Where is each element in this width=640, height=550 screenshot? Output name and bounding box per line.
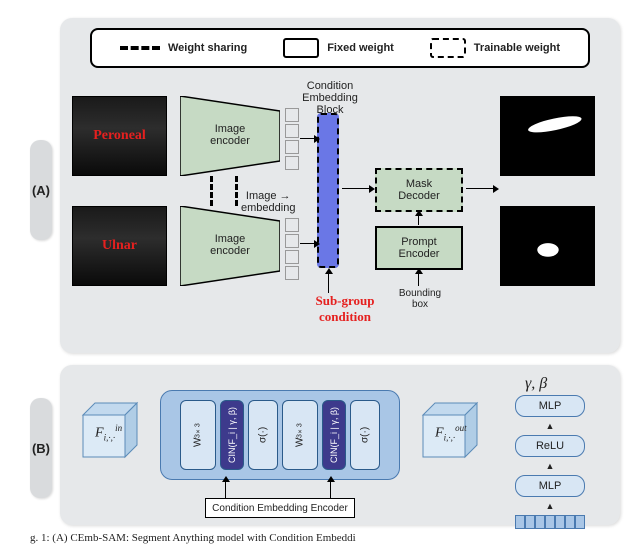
arrow-icon (300, 138, 315, 139)
sigma-block: σ(·) (350, 400, 380, 470)
arrow-icon (342, 188, 370, 189)
pipeline: W3×3 CIN(F_i | γ, β) σ(·) W3×3 CIN(F_i |… (160, 390, 400, 480)
input-image-ulnar: Ulnar (72, 206, 167, 286)
conv-w3x3: W3×3 (180, 400, 216, 470)
arrow-up-icon (225, 481, 226, 482)
arrow-icon (466, 188, 494, 189)
dash-icon (120, 46, 160, 50)
dashed-box-icon (430, 38, 466, 58)
arrow-up-icon (418, 215, 419, 225)
input-vector (515, 515, 585, 529)
legend: Weight sharing Fixed weight Trainable we… (90, 28, 590, 68)
mlp-box: MLP (515, 395, 585, 417)
mlp-box: MLP (515, 475, 585, 497)
arrow-up-icon (330, 481, 331, 482)
bounding-box-label: Bounding box (390, 288, 450, 310)
prompt-encoder: Prompt Encoder (375, 226, 463, 270)
image-to-embedding-label: Image → embedding (241, 190, 295, 214)
image-embedding-bottom (285, 218, 299, 280)
panel-a: Weight sharing Fixed weight Trainable we… (60, 18, 620, 353)
arrow-up-icon: ▲ (546, 421, 555, 431)
sub-group-condition-label: Sub-group condition (295, 293, 395, 325)
weight-sharing-line (210, 176, 213, 206)
image-encoder-label: Image encoder (180, 123, 280, 147)
legend-label: Fixed weight (327, 42, 394, 54)
legend-label: Weight sharing (168, 42, 247, 54)
panel-a-tab: (A) (30, 140, 52, 240)
arrow-up-icon: ▲ (546, 461, 555, 471)
f-out-label: Fi,·,·out (435, 423, 467, 442)
output-mask-ulnar (500, 206, 595, 286)
conv-w3x3: W3×3 (282, 400, 318, 470)
legend-trainable-weight: Trainable weight (430, 38, 560, 58)
input-image-peroneal: Peroneal (72, 96, 167, 176)
legend-fixed-weight: Fixed weight (283, 38, 394, 58)
gamma-beta-label: γ, β (525, 375, 547, 393)
condition-embedding-block-label: Condition Embedding Block (295, 80, 365, 116)
image-embedding-top (285, 108, 299, 170)
panel-b-tab: (B) (30, 398, 52, 498)
arrow-up-icon: ▲ (546, 501, 555, 511)
image-encoder-label: Image encoder (180, 233, 280, 257)
solid-box-icon (283, 38, 319, 58)
weight-sharing-line (235, 176, 238, 206)
legend-label: Trainable weight (474, 42, 560, 54)
cin-block: CIN(F_i | γ, β) (322, 400, 346, 470)
figure-caption: g. 1: (A) CEmb-SAM: Segment Anything mod… (30, 532, 356, 544)
condition-embedding-block (317, 113, 339, 268)
connector-line (330, 481, 331, 498)
f-in-label: Fi,·,·in (95, 423, 122, 442)
arrow-icon (300, 243, 315, 244)
panel-b: Fi,·,·in W3×3 CIN(F_i | γ, β) σ(·) W3×3 … (60, 365, 620, 525)
relu-box: ReLU (515, 435, 585, 457)
legend-weight-sharing: Weight sharing (120, 42, 247, 54)
mask-decoder: Mask Decoder (375, 168, 463, 212)
arrow-up-icon (328, 273, 329, 293)
cin-block: CIN(F_i | γ, β) (220, 400, 244, 470)
output-mask-peroneal (500, 96, 595, 176)
mlp-stack: MLP ▲ ReLU ▲ MLP ▲ (510, 395, 590, 529)
connector-line (225, 481, 226, 498)
arrow-up-icon (418, 273, 419, 286)
condition-embedding-encoder: Condition Embedding Encoder (205, 498, 355, 518)
sigma-block: σ(·) (248, 400, 278, 470)
